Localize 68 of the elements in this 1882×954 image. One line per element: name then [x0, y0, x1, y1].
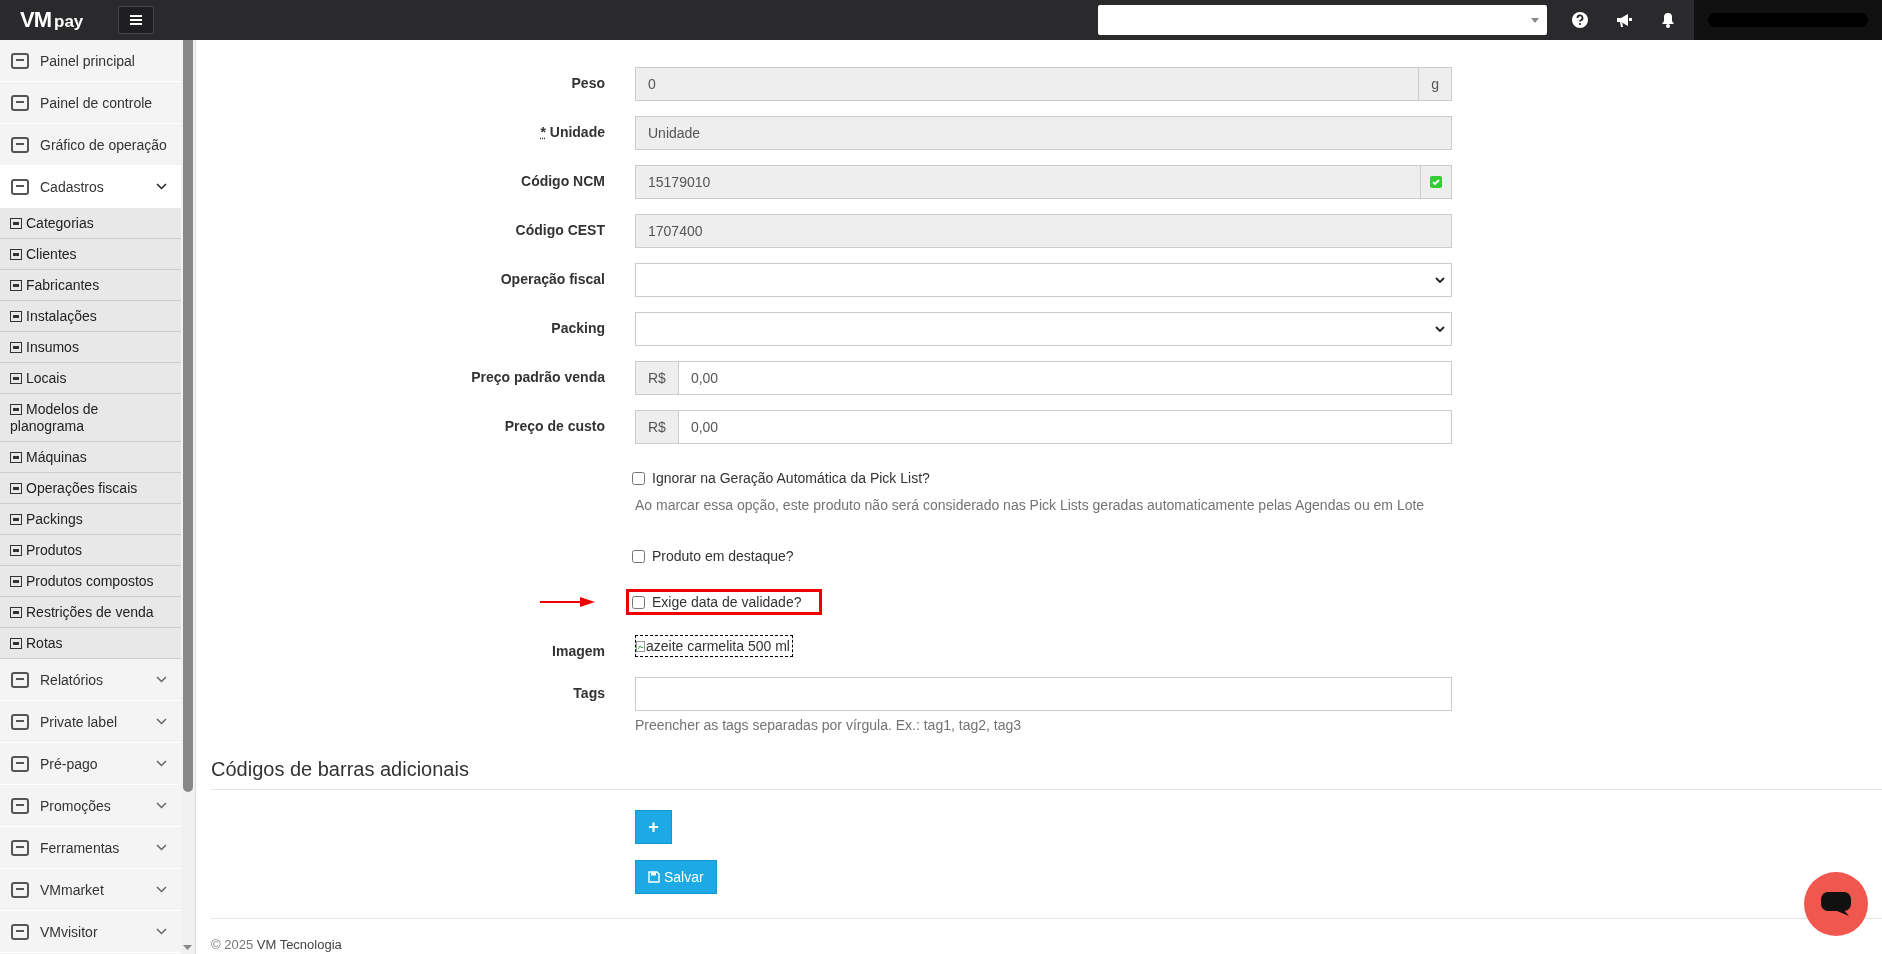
sidebar-subitem[interactable]: Rotas	[0, 628, 181, 659]
chevron-down-icon	[156, 760, 167, 767]
bell-icon	[1661, 12, 1675, 28]
sidebar-subitem[interactable]: Clientes	[0, 239, 181, 270]
checkbox[interactable]	[632, 549, 645, 563]
broken-image: azeite carmelita 500 ml	[635, 635, 793, 657]
field-label: Código NCM	[520, 172, 606, 191]
company-link[interactable]: VM Tecnologia	[256, 937, 342, 952]
field-label: Operação fiscal	[499, 270, 606, 289]
field-label: Packing	[550, 319, 606, 338]
broken-image-icon	[636, 640, 645, 652]
sidebar-subitem[interactable]: Packings	[0, 504, 181, 535]
save-icon	[648, 871, 660, 883]
sidebar-subitem[interactable]: Restrições de venda	[0, 597, 181, 628]
sidebar-item[interactable]: Cadastros	[0, 166, 181, 208]
field-label: Código CEST	[514, 221, 606, 240]
chat-icon	[1821, 892, 1851, 916]
sidebar-subitem[interactable]: Modelos de planograma	[0, 394, 181, 442]
chevron-down-icon	[156, 886, 167, 893]
copyright-text: © 2025	[211, 937, 254, 952]
field-label: Imagem	[551, 642, 606, 661]
field-label: * Unidade	[539, 123, 606, 142]
input-field[interactable]: 15179010	[635, 165, 1421, 199]
help-text: Ao marcar essa opção, este produto não será considerado nas Pick Lists geradas automaticamente pelas Agendas ou em Lote	[635, 497, 1426, 513]
sidebar-subitem[interactable]: Operações fiscais	[0, 473, 181, 504]
select-field[interactable]	[635, 312, 1452, 346]
chevron-down-icon	[156, 928, 167, 935]
field-label: Peso	[570, 74, 606, 93]
field-label: Preço padrão venda	[470, 368, 606, 387]
sidebar-subitem[interactable]: Instalações	[0, 301, 181, 332]
currency-addon: R$	[635, 410, 678, 444]
input-field[interactable]: Unidade	[635, 116, 1452, 150]
input-field[interactable]: 0	[635, 67, 1420, 101]
input-field[interactable]: 0,00	[677, 410, 1452, 444]
help-icon	[1572, 12, 1588, 28]
scroll-down-icon[interactable]	[183, 945, 192, 950]
checkbox[interactable]	[632, 595, 645, 609]
checkbox[interactable]	[632, 471, 645, 485]
currency-addon: R$	[635, 361, 678, 395]
tags-field[interactable]	[635, 677, 1452, 711]
menu-button[interactable]	[118, 6, 154, 34]
sidebar-subitem[interactable]: Insumos	[0, 332, 181, 363]
chevron-down-icon	[156, 844, 167, 851]
input-field[interactable]: 1707400	[635, 214, 1452, 248]
sidebar-subitem[interactable]: Produtos compostos	[0, 566, 181, 597]
sidebar-subitem[interactable]: Máquinas	[0, 442, 181, 473]
sidebar-subitem[interactable]: Locais	[0, 363, 181, 394]
chevron-down-icon	[1435, 326, 1445, 332]
unit-addon: g	[1419, 67, 1452, 101]
megaphone-icon	[1616, 13, 1632, 27]
caret-icon	[1531, 17, 1539, 23]
sidebar-subitem[interactable]: Fabricantes	[0, 270, 181, 301]
help-text: Preencher as tags separadas por vírgula. Ex.: tag1, tag2, tag3	[635, 717, 1022, 733]
logo[interactable]: VM pay	[0, 7, 103, 33]
field-label: Tags	[572, 684, 606, 703]
menu-icon	[130, 15, 142, 25]
select-field[interactable]	[635, 263, 1452, 297]
chevron-down-icon	[156, 676, 167, 683]
field-label: Preço de custo	[503, 417, 606, 436]
sidebar-subitem[interactable]: Categorias	[0, 208, 181, 239]
chevron-down-icon	[1435, 277, 1445, 283]
chevron-down-icon	[156, 183, 167, 190]
chevron-down-icon	[156, 718, 167, 725]
section-title: Códigos de barras adicionais	[211, 758, 1882, 790]
annotation-arrow	[540, 597, 595, 607]
chevron-down-icon	[156, 802, 167, 809]
input-field[interactable]: 0,00	[677, 361, 1452, 395]
sidebar-subitem[interactable]: Produtos	[0, 535, 181, 566]
